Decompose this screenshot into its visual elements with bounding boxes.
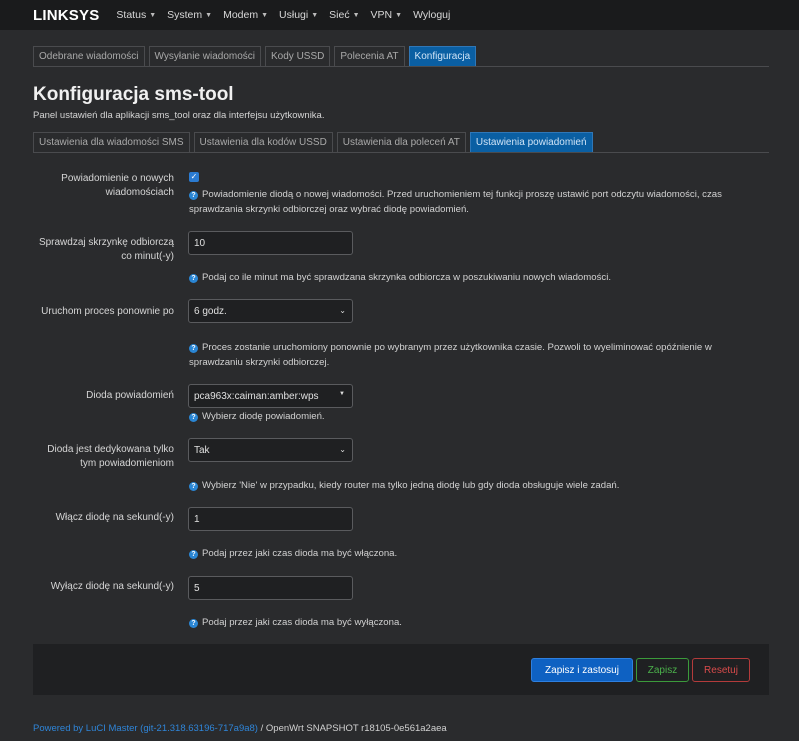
restart-label: Uruchom proces ponownie po <box>41 306 174 317</box>
menu-vpn[interactable]: VPN ▼ <box>371 9 403 21</box>
led-label: Dioda powiadomień <box>86 390 174 401</box>
led-off-input[interactable]: 5 <box>188 576 353 600</box>
led-on-help-text: Podaj przez jaki czas dioda ma być włącz… <box>202 548 398 559</box>
openwrt-version: / OpenWrt SNAPSHOT r18105-0e561a2aea <box>257 723 447 734</box>
info-icon: ? <box>189 619 198 628</box>
chevron-down-icon: ▼ <box>205 11 213 19</box>
check-interval-value: 10 <box>194 237 206 249</box>
restart-help: ? Proces zostanie uruchomiony ponownie po… <box>189 340 759 370</box>
led-on-input[interactable]: 1 <box>188 507 353 531</box>
chevron-down-icon: ▼ <box>352 11 360 19</box>
led-on-label: Włącz diodę na sekund(-y) <box>55 512 174 523</box>
chevron-down-icon: ⌄ <box>339 306 346 315</box>
menu-status-label: Status <box>116 9 147 21</box>
restart-select[interactable]: 6 godz. ⌄ <box>188 299 353 323</box>
reset-button[interactable]: Resetuj <box>692 658 750 682</box>
menu-uslugi-label: Usługi <box>279 9 309 21</box>
tab-received[interactable]: Odebrane wiadomości <box>33 46 145 66</box>
powered-by: Powered by LuCI Master (git-21.318.63196… <box>33 723 447 734</box>
info-icon: ? <box>189 550 198 559</box>
check-interval-label: Sprawdzaj skrzynkę odbiorczą co minut(-y… <box>38 237 174 262</box>
led-select[interactable]: pca963x:caiman:amber:wps ▼ <box>188 384 353 408</box>
led-off-help: ? Podaj przez jaki czas dioda ma być wyłą… <box>189 615 759 630</box>
led-off-value: 5 <box>194 582 200 594</box>
settings-tabs: Ustawienia dla wiadomości SMS Ustawienia… <box>33 132 769 153</box>
page-description: Panel ustawień dla aplikacji sms_tool or… <box>33 110 325 121</box>
chevron-down-icon: ⌄ <box>339 445 346 454</box>
tab-ussd[interactable]: Kody USSD <box>265 46 331 66</box>
page-title: Konfiguracja sms-tool <box>33 84 234 105</box>
notify-label: Powiadomienie o nowych wiadomościach <box>61 173 174 198</box>
led-off-label: Wyłącz diodę na sekund(-y) <box>50 581 174 592</box>
check-interval-help-text: Podaj co ile minut ma być sprawdzana skr… <box>202 272 611 283</box>
info-icon: ? <box>189 191 198 200</box>
chevron-down-icon: ▼ <box>149 11 157 19</box>
led-value: pca963x:caiman:amber:wps <box>194 390 319 402</box>
led-dedicated-select[interactable]: Tak ⌄ <box>188 438 353 462</box>
module-tabs: Odebrane wiadomości Wysyłanie wiadomości… <box>33 46 769 67</box>
led-dedicated-help-text: Wybierz 'Nie' w przypadku, kiedy router … <box>202 480 620 491</box>
notify-help: ? Powiadomienie diodą o nowej wiadomości.… <box>189 187 759 217</box>
notify-checkbox[interactable]: ✓ <box>189 172 199 182</box>
check-interval-input[interactable]: 10 <box>188 231 353 255</box>
info-icon: ? <box>189 413 198 422</box>
main-menu: Status ▼ System ▼ Modem ▼ Usługi ▼ Sieć ▼ VPN… <box>116 9 461 21</box>
led-on-help: ? Podaj przez jaki czas dioda ma być włąc… <box>189 546 759 561</box>
led-dedicated-label: Dioda jest dedykowana tylko tym powiadom… <box>47 444 174 469</box>
restart-help-text: Proces zostanie uruchomiony ponownie po … <box>189 342 712 368</box>
tab-config[interactable]: Konfiguracja <box>408 46 477 66</box>
menu-modem[interactable]: Modem ▼ <box>223 9 268 21</box>
tab-send[interactable]: Wysyłanie wiadomości <box>148 46 261 66</box>
tab-at-settings[interactable]: Ustawienia dla poleceń AT <box>336 132 466 152</box>
menu-system[interactable]: System ▼ <box>167 9 212 21</box>
save-apply-button[interactable]: Zapisz i zastosuj <box>531 658 633 682</box>
top-navbar: LINKSYS Status ▼ System ▼ Modem ▼ Usługi ▼ S… <box>0 0 799 30</box>
chevron-down-icon: ▼ <box>311 11 319 19</box>
chevron-down-icon: ▼ <box>395 11 403 19</box>
led-on-value: 1 <box>194 513 200 525</box>
menu-uslugi[interactable]: Usługi ▼ <box>279 9 318 21</box>
chevron-down-icon: ▼ <box>339 391 345 397</box>
chevron-down-icon: ▼ <box>261 11 269 19</box>
menu-vpn-label: VPN <box>370 9 393 21</box>
tab-sms-settings[interactable]: Ustawienia dla wiadomości SMS <box>33 132 190 152</box>
led-dedicated-value: Tak <box>194 444 210 456</box>
menu-status[interactable]: Status ▼ <box>116 9 156 21</box>
restart-value: 6 godz. <box>194 305 227 317</box>
info-icon: ? <box>189 482 198 491</box>
check-icon: ✓ <box>190 172 198 181</box>
info-icon: ? <box>189 274 198 283</box>
luci-link[interactable]: Powered by LuCI Master (git-21.318.63196… <box>33 723 258 734</box>
led-help: ? Wybierz diodę powiadomień. <box>189 409 759 424</box>
menu-logout[interactable]: Wyloguj <box>413 9 450 21</box>
menu-logout-label: Wyloguj <box>413 9 451 21</box>
tab-at[interactable]: Polecenia AT <box>334 46 405 66</box>
led-dedicated-help: ? Wybierz 'Nie' w przypadku, kiedy router… <box>189 478 759 493</box>
led-help-text: Wybierz diodę powiadomień. <box>202 411 325 422</box>
check-interval-help: ? Podaj co ile minut ma być sprawdzana sk… <box>189 270 759 285</box>
menu-modem-label: Modem <box>223 9 259 21</box>
menu-siec[interactable]: Sieć ▼ <box>329 9 359 21</box>
led-off-help-text: Podaj przez jaki czas dioda ma być wyłąc… <box>202 617 402 628</box>
brand-logo[interactable]: LINKSYS <box>33 7 99 24</box>
menu-siec-label: Sieć <box>329 9 350 21</box>
tab-ussd-settings[interactable]: Ustawienia dla kodów USSD <box>193 132 333 152</box>
notify-help-text: Powiadomienie diodą o nowej wiadomości. … <box>189 189 722 215</box>
tab-notify-settings[interactable]: Ustawienia powiadomień <box>469 132 593 152</box>
menu-system-label: System <box>167 9 203 21</box>
info-icon: ? <box>189 344 198 353</box>
save-button[interactable]: Zapisz <box>636 658 689 682</box>
